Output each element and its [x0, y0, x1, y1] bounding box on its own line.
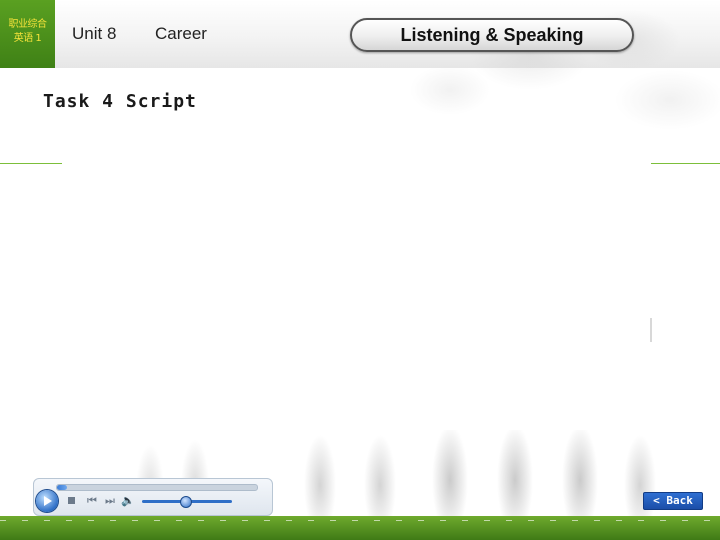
- logo-line-1: 职业综合: [8, 19, 48, 30]
- logo-line-2: 英语 1: [13, 33, 42, 44]
- stop-icon[interactable]: [64, 493, 80, 509]
- page-title: Task 4 Script: [43, 91, 197, 112]
- divider-right: [651, 163, 720, 164]
- seek-bar[interactable]: [56, 484, 258, 491]
- unit-topic: Career: [155, 24, 207, 43]
- back-button[interactable]: < Back: [643, 492, 703, 510]
- audio-player: ⏮ ⏭ 🔈: [33, 478, 273, 516]
- volume-slider-handle[interactable]: [180, 496, 192, 508]
- course-logo: 职业综合 英语 1: [0, 0, 55, 68]
- play-icon[interactable]: [36, 490, 58, 512]
- volume-icon[interactable]: 🔈: [120, 493, 136, 509]
- previous-icon[interactable]: ⏮: [84, 493, 100, 509]
- divider-left: [0, 163, 62, 164]
- section-title-button[interactable]: Listening & Speaking: [350, 18, 634, 52]
- seek-progress: [57, 485, 67, 490]
- divider-mark: [650, 318, 652, 342]
- next-icon[interactable]: ⏭: [102, 493, 118, 509]
- unit-label: Unit 8: [72, 24, 117, 43]
- footer-decoration: [0, 516, 720, 540]
